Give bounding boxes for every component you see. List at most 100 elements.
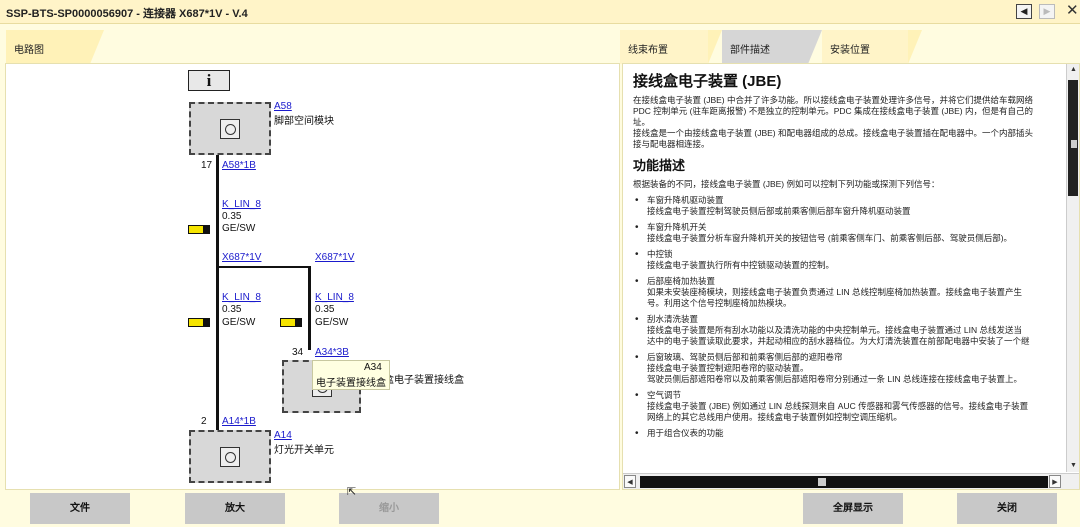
wire-color: GE/SW (222, 317, 256, 328)
list-item-title: 车窗升降机驱动装置 (647, 195, 724, 205)
wire-name[interactable]: K_LIN_8 (222, 199, 261, 210)
list-item-line: 接线盒电子装置控制遮阳卷帘的驱动装置。 (647, 363, 809, 373)
tooltip-text: 电子装置接线盒 (316, 378, 386, 389)
pin-link-a14[interactable]: A14*1B (222, 416, 256, 427)
list-item-title: 中控锁 (647, 249, 673, 259)
window-title: SSP-BTS-SP0000056907 - 连接器 X687*1V - V.4 (6, 8, 248, 20)
pin-number: 34 (292, 347, 304, 358)
tooltip-title: A34 (364, 362, 382, 373)
prev-page-button[interactable]: ◀ (1016, 4, 1032, 19)
doc-title: 接线盒电子装置 (JBE) (633, 73, 782, 90)
list-item: 中控锁 接线盒电子装置执行所有中控锁驱动装置的控制。 (633, 249, 1063, 271)
close-button[interactable]: 关闭 (957, 493, 1057, 524)
component-a58[interactable] (189, 102, 271, 155)
doc-paragraph: 接与配电器相连接。 (633, 139, 710, 149)
tab-wiring-diagram[interactable]: 电路图 (6, 30, 104, 64)
list-item: 刮水清洗装置 接线盒电子装置是所有刮水功能以及清洗功能的中央控制单元。接线盒电子… (633, 314, 1063, 347)
info-icon[interactable]: i (188, 70, 230, 91)
list-item-line: 如果未安装座椅模块，则接线盒电子装置负责通过 LIN 总线控制座椅加热装置。接线… (647, 287, 1022, 297)
doc-paragraph: PDC 控制单元 (驻车距离报警) 不是独立的控制单元。PDC 集成在接线盒电子… (633, 106, 1033, 116)
wiring-diagram-panel[interactable]: i A58 脚部空间模块 17 A58*1B K_LIN_8 0.35 GE/S… (5, 63, 620, 490)
wire-color: GE/SW (222, 223, 256, 234)
scroll-left-arrow-icon[interactable]: ◀ (624, 475, 636, 488)
wire-size: 0.35 (315, 304, 335, 315)
vertical-scrollbar[interactable]: ▲ ▼ (1066, 64, 1079, 472)
pin-number: 17 (201, 160, 213, 171)
component-a58-id[interactable]: A58 (274, 101, 292, 112)
connector-link[interactable]: X687*1V (315, 252, 354, 263)
wire-color-chip (188, 225, 210, 234)
next-page-button[interactable]: ▶ (1039, 4, 1055, 19)
list-item-line: 接线盒电子装置是所有刮水功能以及清洗功能的中央控制单元。接线盒电子装置通过 LI… (647, 325, 1022, 335)
wire-color-chip (188, 318, 210, 327)
scroll-down-arrow-icon[interactable]: ▼ (1068, 460, 1079, 472)
horizontal-scrollbar[interactable]: ◀ ▶ (623, 473, 1079, 489)
pin-link-a58[interactable]: A58*1B (222, 160, 256, 171)
list-item-title: 后窗玻璃、驾驶员侧后部和前乘客侧后部的遮阳卷帘 (647, 352, 843, 362)
list-item-line: 驾驶员侧后部遮阳卷帘以及前乘客侧后部遮阳卷帘分别通过一条 LIN 总线连接在接线… (647, 374, 1022, 384)
wire-branch (308, 267, 311, 350)
scroll-right-arrow-icon[interactable]: ▶ (1049, 475, 1061, 488)
list-item-line: 达中的电子装置读取此要求，并起动相应的刮水器档位。为大灯清洗装置在前部配电器中安… (647, 336, 1030, 346)
file-button[interactable]: 文件 (30, 493, 130, 524)
description-document: 接线盒电子装置 (JBE) 在接线盒电子装置 (JBE) 中合并了许多功能。所以… (633, 73, 1063, 444)
description-panel[interactable]: 接线盒电子装置 (JBE) 在接线盒电子装置 (JBE) 中合并了许多功能。所以… (622, 63, 1080, 490)
list-item-title: 用于组合仪表的功能 (647, 428, 724, 438)
scrollbar-thumb[interactable] (640, 476, 1048, 488)
connector-link[interactable]: X687*1V (222, 252, 261, 263)
doc-paragraph: 址。 (633, 117, 651, 127)
list-item: 车窗升降机开关 接线盒电子装置分析车窗升降机开关的按钮信号 (前乘客侧车门、前乘… (633, 222, 1063, 244)
wire-splice (216, 266, 311, 268)
wire-size: 0.35 (222, 211, 242, 222)
list-item: 用于组合仪表的功能 (633, 428, 1063, 439)
tab-label: 线束布置 (628, 45, 668, 56)
tab-harness-layout[interactable]: 线束布置 (620, 30, 722, 64)
list-item: 空气调节 接线盒电子装置 (JBE) 例如通过 LIN 总线探测来自 AUC 传… (633, 390, 1063, 423)
list-item: 后部座椅加热装置 如果未安装座椅模块，则接线盒电子装置负责通过 LIN 总线控制… (633, 276, 1063, 309)
list-item-line: 网络上的其它总线用户使用。接线盒电子装置例如控制空调压缩机。 (647, 412, 903, 422)
scroll-up-arrow-icon[interactable]: ▲ (1068, 64, 1079, 76)
component-tooltip: A34 电子装置接线盒 (312, 360, 390, 390)
title-bar: SSP-BTS-SP0000056907 - 连接器 X687*1V - V.4… (0, 0, 1080, 24)
pin-number: 2 (201, 416, 207, 427)
wire-name[interactable]: K_LIN_8 (315, 292, 354, 303)
list-item-title: 空气调节 (647, 390, 682, 400)
component-a14-id[interactable]: A14 (274, 430, 292, 441)
zoom-in-button[interactable]: 放大 (185, 493, 285, 524)
list-item-line: 号。利用这个信号控制座椅加热模块。 (647, 298, 792, 308)
tab-install-location[interactable]: 安装位置 (822, 30, 922, 64)
scrollbar-thumb[interactable] (1068, 80, 1078, 196)
wire-color: GE/SW (315, 317, 349, 328)
tab-label: 电路图 (14, 45, 44, 56)
list-item-line: 接线盒电子装置执行所有中控锁驱动装置的控制。 (647, 260, 835, 270)
list-item-line: 接线盒电子装置分析车窗升降机开关的按钮信号 (前乘客侧车门、前乘客侧后部、驾驶员… (647, 233, 1013, 243)
doc-lead: 根据装备的不同，接线盒电子装置 (JBE) 例如可以控制下列功能或探测下列信号： (633, 179, 940, 189)
wire-main (216, 155, 219, 430)
list-item-title: 后部座椅加热装置 (647, 276, 716, 286)
list-item: 后窗玻璃、驾驶员侧后部和前乘客侧后部的遮阳卷帘 接线盒电子装置控制遮阳卷帘的驱动… (633, 352, 1063, 385)
mouse-pointer-icon: ⇱ (347, 486, 357, 498)
component-a14-name: 灯光开关单元 (274, 445, 334, 456)
list-item-line: 接线盒电子装置 (JBE) 例如通过 LIN 总线探测来自 AUC 传感器和雾气… (647, 401, 1029, 411)
fullscreen-button[interactable]: 全屏显示 (803, 493, 903, 524)
list-item-line: 接线盒电子装置控制驾驶员侧后部或前乘客侧后部车窗升降机驱动装置 (647, 206, 911, 216)
steering-wheel-icon (220, 446, 240, 467)
tab-label: 安装位置 (830, 45, 870, 56)
list-item: 车窗升降机驱动装置 接线盒电子装置控制驾驶员侧后部或前乘客侧后部车窗升降机驱动装… (633, 195, 1063, 217)
doc-section-heading: 功能描述 (633, 158, 686, 173)
component-a14[interactable] (189, 430, 271, 483)
wire-name[interactable]: K_LIN_8 (222, 292, 261, 303)
function-list: 车窗升降机驱动装置 接线盒电子装置控制驾驶员侧后部或前乘客侧后部车窗升降机驱动装… (633, 195, 1063, 439)
list-item-title: 刮水清洗装置 (647, 314, 699, 324)
component-a58-name: 脚部空间模块 (274, 116, 334, 127)
wire-size: 0.35 (222, 304, 242, 315)
tab-label: 部件描述 (730, 45, 770, 56)
list-item-title: 车窗升降机开关 (647, 222, 707, 232)
doc-paragraph: 接线盒是一个由接线盒电子装置 (JBE) 和配电器组成的总成。接线盒电子装置插在… (633, 128, 1033, 138)
wire-color-chip (280, 318, 302, 327)
close-window-icon[interactable]: ✕ (1066, 2, 1079, 19)
doc-paragraph: 在接线盒电子装置 (JBE) 中合并了许多功能。所以接线盒电子装置处理许多信号，… (633, 95, 1033, 105)
tab-component-description[interactable]: 部件描述 (722, 30, 822, 64)
pin-link-a34[interactable]: A34*3B (315, 347, 349, 358)
steering-wheel-icon (220, 118, 240, 139)
